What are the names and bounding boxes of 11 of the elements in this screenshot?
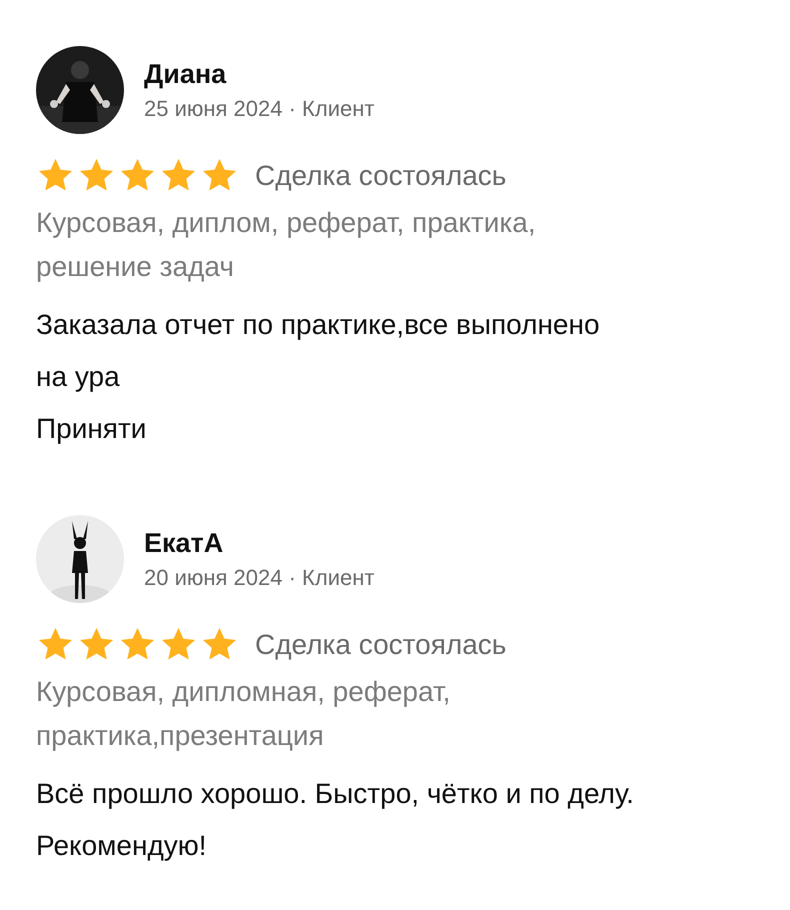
deal-status: Сделка состоялась — [255, 628, 506, 660]
service-category: Курсовая, дипломная, реферат, практика,презентация — [36, 675, 452, 753]
reviewer-name: ЕкатА — [144, 528, 224, 558]
review-text: Всё прошло хорошо. Быстро, чётко и по делу. Рекомендую! — [36, 777, 635, 863]
review-text: Приняти — [36, 412, 148, 446]
service-category: Курсовая, диплом, реферат, практика, решение задач — [36, 206, 537, 284]
review-date: 25 июня 2024 · Клиент — [144, 96, 374, 122]
deal-status: Сделка состоялась — [255, 160, 506, 192]
reviewer-name: Диана — [144, 58, 228, 90]
review-date: 20 июня 2024 · Клиент — [144, 564, 374, 590]
review-text: Заказала отчет по практике,все выполнено на ура — [36, 308, 601, 394]
